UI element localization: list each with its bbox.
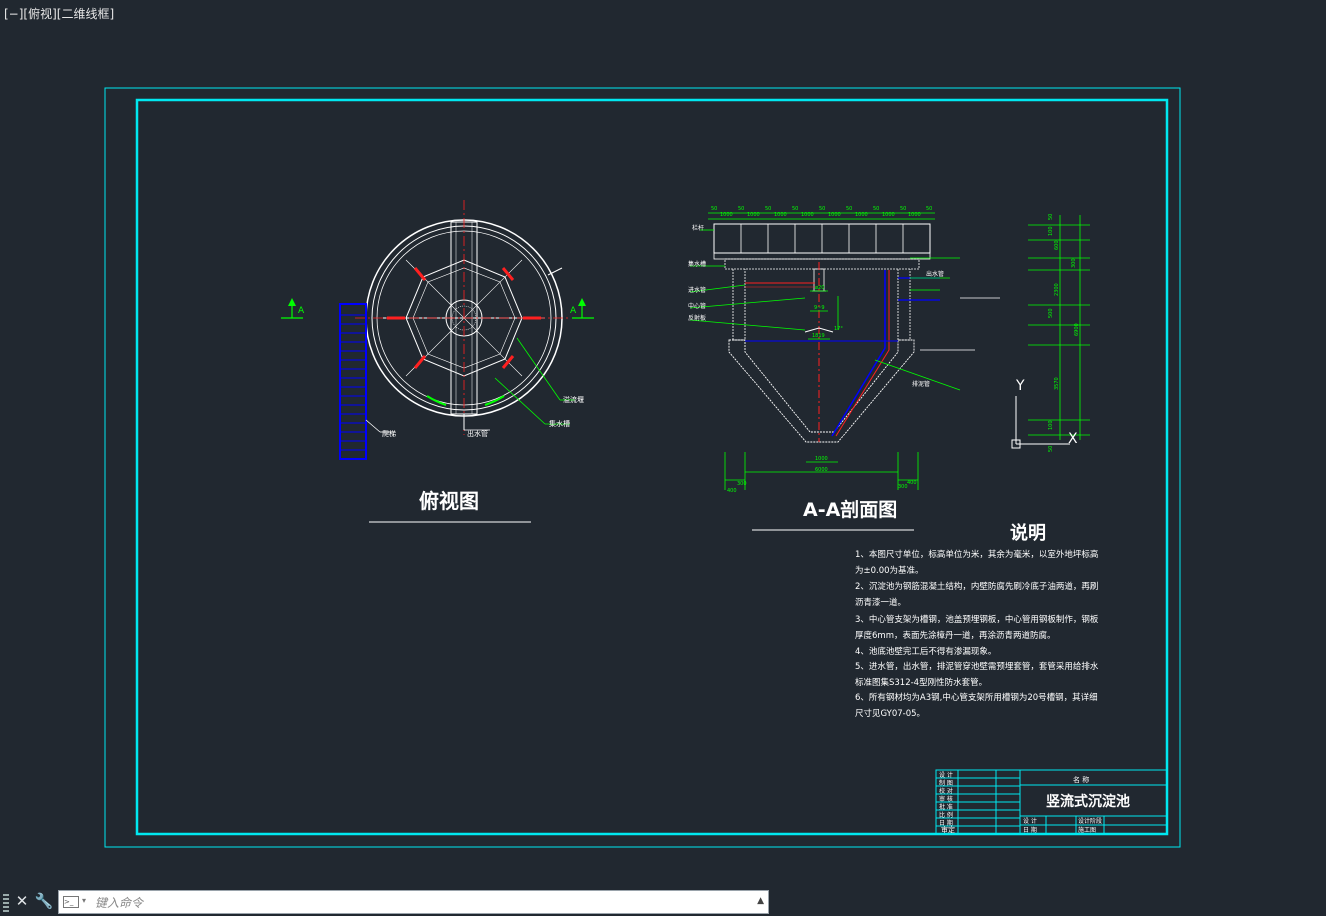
dim-mid-3: 17° bbox=[834, 326, 843, 332]
section-label-trough: 集水槽 bbox=[688, 260, 706, 268]
notes-line-3: 2、沉淀池为钢筋混凝土结构，内壁防腐先刷冷底子油两道，再刷 bbox=[855, 581, 1098, 592]
close-icon[interactable]: ✕ bbox=[12, 892, 32, 910]
dim-top-9: 1000 bbox=[828, 212, 841, 218]
elev-dim-6: 6900 bbox=[1074, 323, 1080, 336]
section-marker-left: A bbox=[298, 306, 305, 316]
dim-bottom-5: 400 bbox=[907, 480, 917, 486]
ucs-y-label: Y bbox=[1015, 378, 1025, 394]
dim-bottom-0: 400 bbox=[727, 488, 737, 494]
dim-top-5: 1000 bbox=[774, 212, 787, 218]
dim-bottom-1: 300 bbox=[737, 481, 747, 487]
command-input[interactable] bbox=[93, 893, 737, 913]
tb-bottom-3: 施工图 bbox=[1078, 826, 1096, 834]
dim-top-1: 1000 bbox=[720, 212, 733, 218]
notes-line-8: 5、进水管，出水管，排泥管穿池壁需预埋套管，套管采用给排水 bbox=[855, 661, 1099, 672]
dim-top-8: 50 bbox=[819, 206, 825, 212]
ucs-icon bbox=[1011, 396, 1070, 449]
dim-top-7: 1000 bbox=[801, 212, 814, 218]
elev-dim-2: 600 bbox=[1054, 240, 1060, 250]
plan-label-ladder: 爬梯 bbox=[382, 429, 396, 438]
notes-line-11: 尺寸见GY07-05。 bbox=[855, 708, 925, 719]
wrench-icon[interactable]: 🔧 bbox=[34, 892, 54, 910]
elev-dim-9: 50 bbox=[1048, 446, 1054, 452]
dim-mid-0: ø20 bbox=[815, 285, 824, 291]
notes-line-9: 标准图集S312-4型刚性防水套管。 bbox=[855, 677, 987, 688]
tb-row-0: 设 计 bbox=[939, 771, 953, 779]
section-label-railing: 栏杆 bbox=[692, 224, 704, 232]
dim-mid-1: 9~9 bbox=[814, 305, 825, 311]
section-label-reflector: 反射板 bbox=[688, 314, 706, 322]
chevron-down-icon[interactable]: ▾ bbox=[82, 896, 86, 905]
section-view bbox=[689, 212, 1090, 490]
dim-top-0: 50 bbox=[711, 206, 717, 212]
elev-dim-7: 3570 bbox=[1054, 377, 1060, 390]
history-up-icon[interactable]: ▲ bbox=[757, 896, 764, 906]
plan-label-outlet: 出水管 bbox=[467, 429, 488, 438]
drawing-canvas[interactable]: A A 爬梯 出水管 溢流堰 集水槽 俯视图 栏杆 集水槽 进水管 中心管 反射… bbox=[0, 0, 1326, 889]
elev-dim-3: 300 bbox=[1071, 258, 1077, 268]
tb-bottom-0: 设 计 bbox=[1023, 817, 1037, 825]
notes-line-10: 6、所有钢材均为A3钢,中心管支架所用槽钢为20号槽钢，其详细 bbox=[855, 692, 1098, 703]
section-view-title: A-A剖面图 bbox=[803, 498, 897, 521]
section-label-center-pipe: 中心管 bbox=[688, 302, 706, 310]
notes-line-7: 4、池底池壁完工后不得有渗漏现象。 bbox=[855, 646, 996, 657]
elev-dim-4: 2300 bbox=[1054, 283, 1060, 296]
ladder-shape bbox=[339, 303, 367, 460]
tb-row-4: 批 准 bbox=[939, 803, 953, 811]
dim-mid-2: 1819 bbox=[812, 333, 825, 339]
dim-top-11: 1000 bbox=[855, 212, 868, 218]
tb-row-2: 校 对 bbox=[939, 787, 953, 795]
elev-dim-1: 100 bbox=[1048, 226, 1054, 236]
section-label-outlet: 出水管 bbox=[926, 270, 944, 278]
dim-top-15: 1000 bbox=[908, 212, 921, 218]
dim-bottom-2: 1000 bbox=[815, 456, 828, 462]
elev-dim-8: 100 bbox=[1048, 420, 1054, 430]
tb-row-1: 制 图 bbox=[939, 779, 953, 787]
tb-bottom-left: 审定 bbox=[941, 825, 955, 834]
dim-top-12: 50 bbox=[873, 206, 879, 212]
plan-label-weir: 溢流堰 bbox=[563, 395, 584, 404]
tb-bottom-1: 日 期 bbox=[1023, 826, 1037, 834]
tb-row-3: 审 核 bbox=[939, 795, 953, 803]
notes-line-4: 沥青漆一道。 bbox=[855, 597, 906, 608]
dim-top-3: 1000 bbox=[747, 212, 760, 218]
plan-view bbox=[281, 200, 594, 460]
notes-heading: 说明 bbox=[1010, 522, 1046, 544]
dim-top-14: 50 bbox=[900, 206, 906, 212]
plan-label-trough: 集水槽 bbox=[549, 419, 570, 428]
notes-line-1: 1、本图尺寸单位，标高单位为米，其余为毫米，以室外地坪标高 bbox=[855, 549, 1098, 560]
dim-top-4: 50 bbox=[765, 206, 771, 212]
dim-bottom-3: 6000 bbox=[815, 467, 828, 473]
notes-line-6: 厚度6mm，表面先涂樟丹一道，再涂沥青两道防腐。 bbox=[855, 630, 1055, 641]
sheet-inner-border bbox=[135, 98, 1169, 836]
dim-top-16: 50 bbox=[926, 206, 932, 212]
plan-view-title: 俯视图 bbox=[419, 489, 479, 513]
section-label-sludge: 排泥管 bbox=[912, 380, 930, 388]
elev-dim-5: 500 bbox=[1048, 308, 1054, 318]
sheet-outer-border bbox=[104, 87, 1181, 848]
section-marker-right: A bbox=[570, 306, 577, 316]
tb-name-header: 名 称 bbox=[1073, 775, 1089, 784]
command-line-bar: ✕ 🔧 >_ ▾ ▲ bbox=[0, 889, 1326, 916]
notes-line-2: 为±0.00为基准。 bbox=[855, 565, 924, 576]
section-label-inlet: 进水管 bbox=[688, 286, 706, 294]
prompt-icon[interactable]: >_ bbox=[63, 896, 79, 908]
dim-top-2: 50 bbox=[738, 206, 744, 212]
command-input-container[interactable]: >_ ▾ ▲ bbox=[58, 890, 769, 914]
tb-row-5: 比 例 bbox=[939, 811, 953, 819]
tb-bottom-2: 设计阶段 bbox=[1078, 817, 1102, 825]
tb-drawing-name: 竖流式沉淀池 bbox=[1046, 793, 1130, 810]
elev-dim-0: 50 bbox=[1048, 214, 1054, 220]
dim-top-13: 1000 bbox=[882, 212, 895, 218]
notes-line-5: 3、中心管支架为槽钢，池盖预埋钢板，中心管用钢板制作，钢板 bbox=[855, 614, 1099, 625]
dim-top-6: 50 bbox=[792, 206, 798, 212]
dim-top-10: 50 bbox=[846, 206, 852, 212]
drag-grip-icon[interactable] bbox=[3, 894, 9, 912]
ucs-x-label: X bbox=[1068, 431, 1078, 447]
